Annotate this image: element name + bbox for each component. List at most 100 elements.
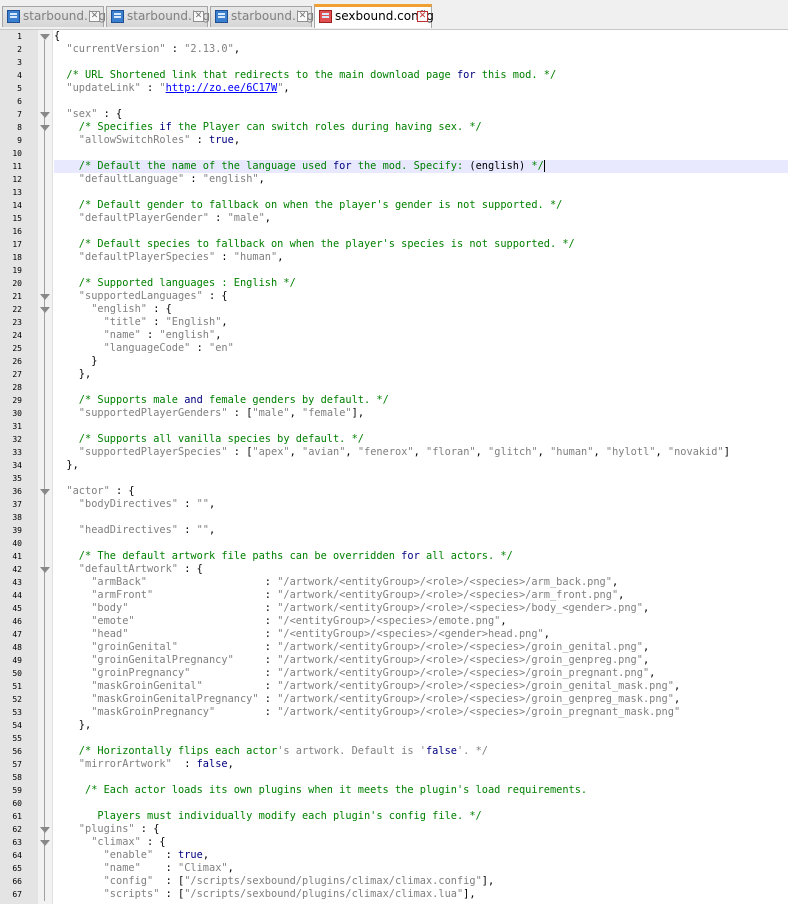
code-line[interactable]: "english" : { <box>54 303 172 316</box>
code-line[interactable]: "head" : "/<entityGroup>/<species>/<gend… <box>54 628 550 641</box>
code-line[interactable]: "groinGenitalPregnancy" : "/artwork/<ent… <box>54 654 649 667</box>
code-token: "avian" <box>302 446 346 458</box>
code-line[interactable]: "supportedPlayerSpecies" : ["apex", "avi… <box>54 446 730 459</box>
close-icon[interactable]: ✕ <box>417 11 428 22</box>
line-number-gutter[interactable]: 1 2 3 4 5 6 7 8 9 10 11 12 13 14 15 16 17 18 19 20 21 22 23 24 2… <box>0 30 38 904</box>
code-token: , <box>215 329 222 341</box>
tab-sexbound-config[interactable]: sexbound.config ✕ <box>314 4 434 28</box>
code-line[interactable]: /* The default artwork file paths can be… <box>54 550 513 563</box>
code-token: : <box>258 680 278 692</box>
code-token[interactable]: http://zo.ee/6C17W <box>166 82 278 94</box>
code-line[interactable]: "actor" : { <box>54 485 134 498</box>
code-token: "Climax" <box>178 862 228 874</box>
code-line[interactable]: { <box>54 30 60 43</box>
tab-starbound-log-2[interactable]: starbound.log ✕ <box>106 6 210 27</box>
code-line[interactable]: "supportedLanguages" : { <box>54 290 228 303</box>
close-icon[interactable]: ✕ <box>89 11 100 22</box>
tab-starbound-log-3[interactable]: starbound.log ✕ <box>210 6 314 27</box>
code-line[interactable]: "maskGroinGenital" : "/artwork/<entityGr… <box>54 680 680 693</box>
code-line[interactable]: "sex" : { <box>54 108 122 121</box>
code-token: , <box>673 693 681 705</box>
code-line[interactable]: "defaultPlayerSpecies" : "human", <box>54 251 284 264</box>
code-line[interactable]: /* Default the name of the language used… <box>54 160 788 173</box>
fold-toggle-icon[interactable] <box>40 840 50 846</box>
fold-toggle-icon[interactable] <box>40 112 50 118</box>
code-line[interactable]: /* Supports male and female genders by d… <box>54 394 389 407</box>
code-line[interactable]: "climax" : { <box>54 836 166 849</box>
code-token: : { <box>134 823 160 835</box>
code-token: , <box>673 680 681 692</box>
fold-toggle-icon[interactable] <box>40 307 50 313</box>
code-line[interactable]: /* Horizontally flips each actor's artwo… <box>54 745 488 758</box>
code-line[interactable]: "armBack" : "/artwork/<entityGroup>/<rol… <box>54 576 618 589</box>
close-icon[interactable]: ✕ <box>297 11 308 22</box>
fold-toggle-icon[interactable] <box>40 294 50 300</box>
code-line[interactable]: } <box>54 355 97 368</box>
fold-toggle-icon[interactable] <box>40 827 50 833</box>
code-token: "defaultLanguage" <box>54 173 185 185</box>
code-line[interactable]: "body" : "/artwork/<entityGroup>/<role>/… <box>54 602 649 615</box>
code-token: Players must individually modify each pl… <box>54 810 482 822</box>
code-token: for <box>456 69 476 81</box>
code-line[interactable]: }, <box>54 719 91 732</box>
fold-toggle-icon[interactable] <box>40 489 50 495</box>
code-line[interactable]: "armFront" : "/artwork/<entityGroup>/<ro… <box>54 589 624 602</box>
code-token: "armFront" <box>54 589 259 601</box>
code-token: , <box>289 446 303 458</box>
fold-margin[interactable] <box>38 30 53 904</box>
code-line[interactable]: "groinGenital" : "/artwork/<entityGroup>… <box>54 641 649 654</box>
line-number: 56 <box>12 747 22 756</box>
code-token: "/artwork/<entityGroup>/<role>/<species>… <box>277 589 619 601</box>
code-line[interactable]: "defaultLanguage" : "english", <box>54 173 265 186</box>
code-line[interactable]: "updateLink" : "http://zo.ee/6C17W", <box>54 82 290 95</box>
fold-toggle-icon[interactable] <box>40 125 50 131</box>
code-line[interactable]: "mirrorArtwork" : false, <box>54 758 234 771</box>
code-line[interactable]: "languageCode" : "en" <box>54 342 234 355</box>
code-line[interactable]: "title" : "English", <box>54 316 228 329</box>
code-line[interactable]: }, <box>54 459 78 472</box>
code-line[interactable]: }, <box>54 368 91 381</box>
code-token: "supportedLanguages" <box>54 290 203 302</box>
code-line[interactable]: /* URL Shortened link that redirects to … <box>54 69 556 82</box>
code-line[interactable]: "bodyDirectives" : "", <box>54 498 215 511</box>
code-token: ], <box>481 875 495 887</box>
code-line[interactable]: /* Supported languages : English */ <box>54 277 296 290</box>
code-token: , <box>283 82 290 94</box>
code-line[interactable]: "headDirectives" : "", <box>54 524 215 537</box>
tab-starbound-log-1[interactable]: starbound.log ✕ <box>2 6 106 27</box>
code-line[interactable]: "config" : ["/scripts/sexbound/plugins/c… <box>54 875 495 888</box>
code-token: , <box>221 316 228 328</box>
code-token: : { <box>140 836 166 848</box>
code-line[interactable]: /* Supports all vanilla species by defau… <box>54 433 364 446</box>
code-line[interactable]: "enable" : true, <box>54 849 209 862</box>
code-line[interactable]: "currentVersion" : "2.13.0", <box>54 43 240 56</box>
code-token: : <box>147 316 166 328</box>
code-line[interactable]: "name" : "Climax", <box>54 862 234 875</box>
code-line[interactable]: "defaultPlayerGender" : "male", <box>54 212 271 225</box>
code-line[interactable]: "supportedPlayerGenders" : ["male", "fem… <box>54 407 364 420</box>
code-line[interactable]: /* Each actor loads its own plugins when… <box>54 784 587 797</box>
code-line[interactable]: /* Specifies if the Player can switch ro… <box>54 121 482 134</box>
code-token: ] <box>723 446 730 458</box>
code-token: : [ <box>227 407 253 419</box>
code-line[interactable]: /* Default species to fallback on when t… <box>54 238 575 251</box>
code-line[interactable]: "groinPregnancy" : "/artwork/<entityGrou… <box>54 667 655 680</box>
code-line[interactable]: "name" : "english", <box>54 329 222 342</box>
code-line[interactable]: Players must individually modify each pl… <box>54 810 482 823</box>
code-line[interactable]: "scripts" : ["/scripts/sexbound/plugins/… <box>54 888 476 901</box>
code-line[interactable]: "emote" : "/<entityGroup>/<species>/emot… <box>54 615 506 628</box>
code-token: "plugins" <box>54 823 135 835</box>
code-line[interactable]: /* Default gender to fallback on when th… <box>54 199 563 212</box>
code-token: "floran" <box>426 446 476 458</box>
code-line[interactable]: "allowSwitchRoles" : true, <box>54 134 240 147</box>
code-line[interactable]: "maskGroinPregnancy" : "/artwork/<entity… <box>54 706 680 719</box>
code-token: : <box>258 628 278 640</box>
code-line[interactable]: "maskGroinGenitalPregnancy" : "/artwork/… <box>54 693 680 706</box>
code-token: , <box>264 212 271 224</box>
code-editor[interactable]: 1 2 3 4 5 6 7 8 9 10 11 12 13 14 15 16 17 18 19 20 21 22 23 24 2… <box>0 30 788 904</box>
fold-toggle-icon[interactable] <box>40 567 50 573</box>
close-icon[interactable]: ✕ <box>193 11 204 22</box>
code-line[interactable]: "defaultArtwork" : { <box>54 563 203 576</box>
fold-toggle-icon[interactable] <box>40 34 50 40</box>
code-line[interactable]: "plugins" : { <box>54 823 160 836</box>
